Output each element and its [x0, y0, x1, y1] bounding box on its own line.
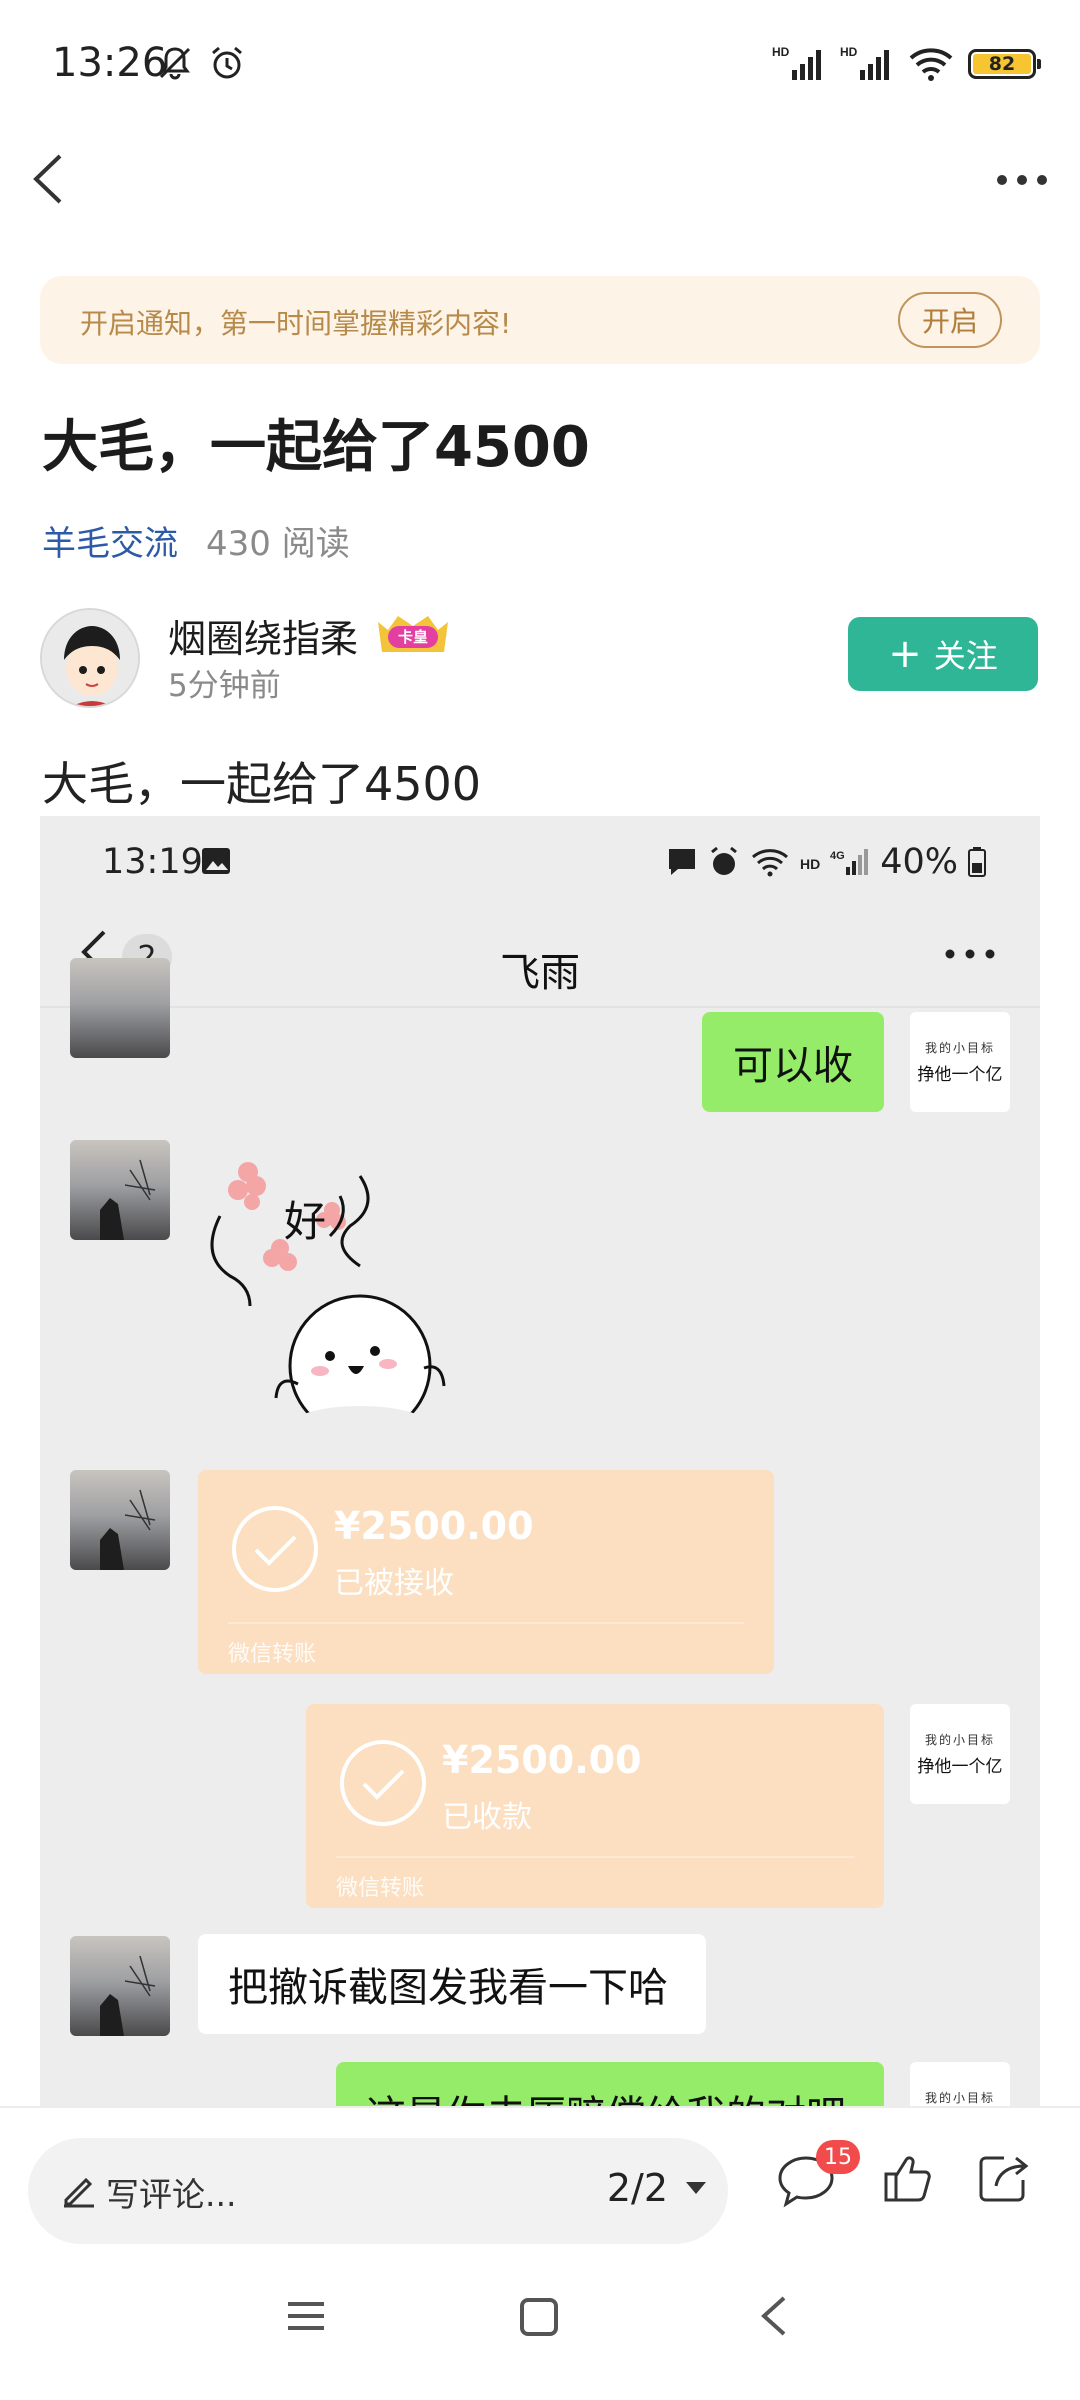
status-time: 13:26	[52, 40, 168, 86]
message-icon	[669, 849, 696, 875]
chat-message-in: 把撤诉截图发我看一下哈	[198, 1934, 706, 2034]
check-circle-icon	[232, 1506, 318, 1592]
comment-input[interactable]: 写评论... 2/2	[28, 2138, 728, 2244]
author-name[interactable]: 烟圈绕指柔	[168, 608, 358, 663]
plus-icon: +	[888, 631, 922, 677]
signal-hd-icon: HD	[840, 45, 889, 80]
share-icon[interactable]	[974, 2148, 1034, 2208]
svg-text:4G: 4G	[830, 850, 845, 862]
comments-count-badge: 15	[816, 2140, 860, 2174]
author-avatar[interactable]	[40, 608, 140, 708]
crown-badge-icon: 卡皇	[378, 616, 448, 652]
follow-label: 关注	[933, 637, 998, 675]
post-body: 大毛，一起给了4500	[42, 757, 482, 811]
transfer-card-accepted: ¥2500.00 已收款 微信转账	[306, 1704, 884, 1908]
screenshot-battery-text: 40%	[880, 842, 958, 882]
status-bar: 13:26 HD HD 82	[0, 0, 1080, 130]
enable-notification-button[interactable]: 开启	[898, 292, 1002, 348]
sticker-bear-image: 好	[210, 1162, 446, 1436]
page-indicator[interactable]: 2/2	[607, 2166, 668, 2210]
recents-menu-icon[interactable]	[284, 2294, 328, 2338]
read-count: 430 阅读	[206, 524, 350, 564]
sticker-text: 好	[284, 1197, 326, 1246]
caret-down-icon[interactable]	[682, 2176, 710, 2200]
back-icon[interactable]	[22, 144, 78, 214]
signal-4g-icon: HD 4G	[800, 849, 869, 875]
chat-message-out: 可以收	[702, 1012, 884, 1112]
my-avatar: 我的小目标 挣他一个亿	[910, 1704, 1010, 1804]
svg-text:HD: HD	[800, 856, 820, 872]
system-back-icon[interactable]	[754, 2292, 794, 2340]
battery-level: 82	[973, 53, 1031, 75]
contact-avatar	[70, 1936, 170, 2036]
alarm-icon	[212, 46, 242, 79]
chat-more-icon	[945, 949, 995, 959]
check-circle-icon	[340, 1740, 426, 1826]
transfer-footer: 微信转账	[228, 1642, 317, 1667]
group-link[interactable]: 羊毛交流	[42, 516, 178, 565]
transfer-footer: 微信转账	[336, 1876, 425, 1901]
post-time: 5分钟前	[168, 668, 281, 704]
battery-icon	[968, 847, 986, 877]
chat-message-out-partial: 这是你去厦赔偿给我的对吧	[336, 2062, 884, 2106]
my-avatar: 我的小目标 挣他一个亿	[910, 2062, 1010, 2106]
silent-bell-icon	[159, 47, 191, 80]
chat-header: 2 飞雨	[40, 896, 1040, 1008]
badge-label: 卡皇	[398, 628, 428, 646]
image-icon	[202, 848, 230, 874]
follow-button[interactable]: + 关注	[848, 617, 1038, 691]
alarm-icon	[711, 846, 738, 875]
screenshot-status-bar: 13:19 HD 4G 40%	[40, 816, 1040, 896]
post-title: 大毛，一起给了4500	[42, 415, 590, 480]
nav-bar	[0, 130, 1080, 240]
post-meta: 羊毛交流 430 阅读	[42, 516, 350, 565]
transfer-status: 已收款	[442, 1800, 532, 1835]
transfer-card-received: ¥2500.00 已被接收 微信转账	[198, 1470, 774, 1674]
wifi-icon	[909, 48, 953, 81]
avatar-illustration	[42, 610, 138, 706]
contact-avatar	[70, 1140, 170, 1240]
system-navigation-bar	[0, 2246, 1080, 2400]
chat-contact-name: 飞雨	[500, 950, 580, 996]
post-image-chat-screenshot[interactable]: 13:19 HD 4G 40% 2 飞雨 可以收 我的小目标 挣他一个亿 好 ¥…	[40, 816, 1040, 2106]
pen-icon	[64, 2177, 94, 2208]
battery-icon: 82	[968, 49, 1041, 79]
notification-text: 开启通知，第一时间掌握精彩内容!	[80, 307, 512, 340]
transfer-status: 已被接收	[334, 1566, 454, 1601]
wifi-icon	[752, 849, 789, 877]
svg-text:HD: HD	[772, 45, 790, 59]
transfer-amount: ¥2500.00	[334, 1504, 534, 1548]
transfer-amount: ¥2500.00	[442, 1738, 642, 1782]
svg-text:HD: HD	[840, 45, 858, 59]
bottom-action-bar: 写评论... 2/2 15	[0, 2106, 1080, 2246]
more-icon[interactable]	[992, 160, 1052, 200]
notification-banner: 开启通知，第一时间掌握精彩内容! 开启	[40, 276, 1040, 364]
signal-hd-icon: HD	[772, 45, 821, 80]
thumbs-up-icon[interactable]	[880, 2148, 940, 2208]
contact-avatar	[70, 1470, 170, 1570]
my-avatar: 我的小目标 挣他一个亿	[910, 1012, 1010, 1112]
screenshot-time: 13:19	[102, 842, 203, 882]
comment-placeholder: 写评论...	[106, 2175, 237, 2214]
home-icon[interactable]	[518, 2296, 560, 2338]
